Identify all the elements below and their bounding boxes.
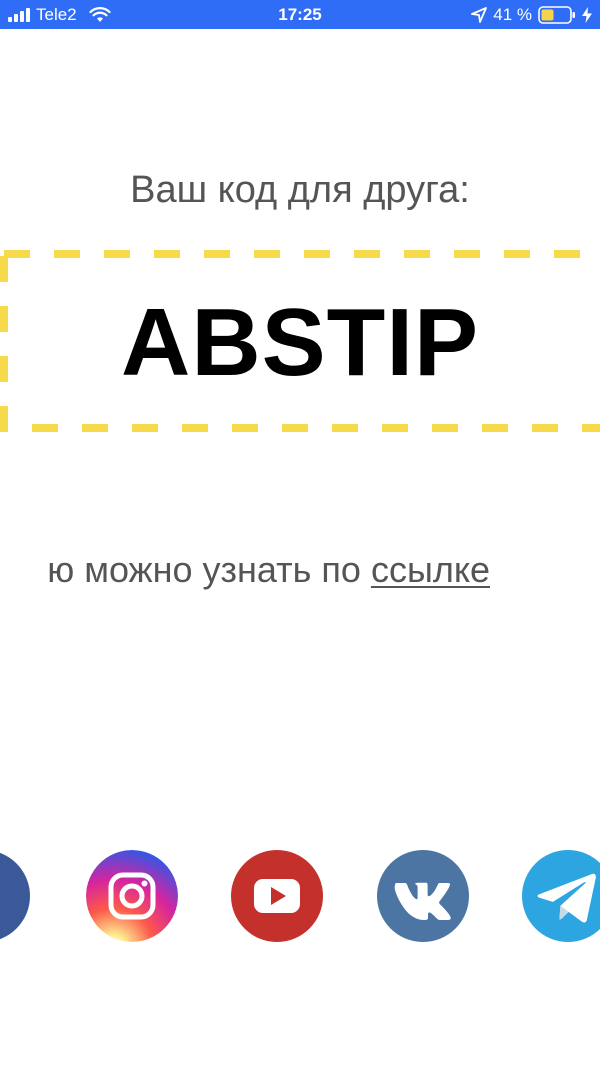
referral-screen: Tele2 17:25 41 % Ваш код для друга: ABST…	[0, 0, 600, 1066]
location-icon	[471, 7, 488, 23]
vk-icon[interactable]	[377, 850, 469, 942]
status-right: 41 %	[471, 4, 592, 26]
info-text: ю можно узнать по	[47, 549, 371, 590]
youtube-icon[interactable]	[231, 850, 323, 942]
instagram-icon[interactable]	[86, 850, 178, 942]
telegram-icon[interactable]	[522, 850, 600, 942]
charging-icon	[582, 7, 592, 23]
info-link[interactable]: ссылке	[371, 549, 490, 590]
friend-code[interactable]: ABSTIP	[0, 288, 600, 398]
battery-icon	[538, 6, 575, 24]
battery-percent: 41 %	[493, 5, 532, 24]
code-heading: Ваш код для друга:	[130, 169, 470, 211]
social-links	[0, 850, 600, 942]
facebook-icon[interactable]	[0, 850, 30, 942]
status-bar: Tele2 17:25 41 %	[0, 0, 600, 29]
info-text-line: ю можно узнать по ссылке	[47, 548, 490, 592]
